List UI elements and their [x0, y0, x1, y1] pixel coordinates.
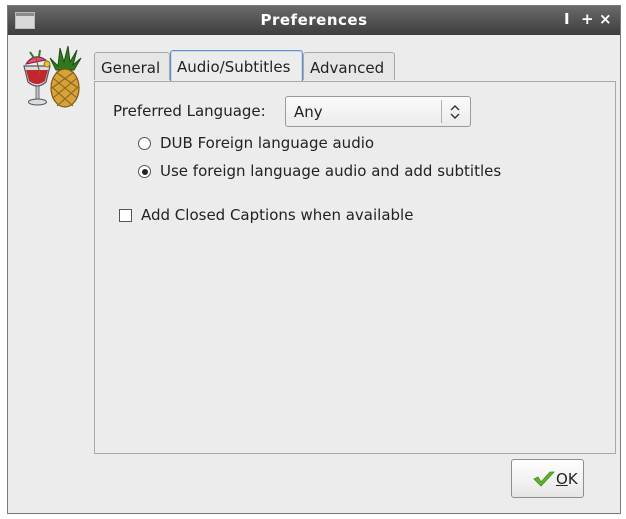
subtitles-radio[interactable]	[138, 165, 151, 178]
ok-label: OK	[556, 470, 578, 488]
dub-audio-radio[interactable]	[138, 137, 151, 150]
checkmark-icon	[533, 471, 555, 487]
closed-captions-label: Add Closed Captions when available	[141, 206, 414, 224]
ok-button[interactable]: OK	[511, 459, 584, 498]
close-button[interactable]: ×	[599, 10, 612, 28]
preferred-language-label: Preferred Language:	[113, 102, 266, 120]
tab-general[interactable]: General	[94, 52, 170, 80]
window-title: Preferences	[260, 11, 368, 29]
ok-mnemonic: O	[556, 470, 568, 488]
handbrake-icon	[23, 45, 82, 108]
minimize-button[interactable]: I	[564, 10, 570, 28]
select-divider	[441, 100, 442, 123]
subtitles-label: Use foreign language audio and add subti…	[160, 162, 502, 180]
preferred-language-value: Any	[294, 103, 323, 121]
dub-audio-label: DUB Foreign language audio	[160, 134, 375, 152]
tab-audio-subtitles[interactable]: Audio/Subtitles	[170, 50, 303, 82]
updown-arrow-icon	[450, 105, 460, 119]
title-bar[interactable]: Preferences I + ×	[8, 6, 620, 35]
preferred-language-select[interactable]: Any	[285, 96, 471, 127]
maximize-button[interactable]: +	[581, 10, 594, 28]
tab-advanced[interactable]: Advanced	[303, 52, 395, 80]
ok-label-rest: K	[567, 470, 578, 488]
closed-captions-checkbox[interactable]	[119, 209, 132, 222]
preferences-window: Preferences I + × General Audio/Subtitle…	[7, 5, 621, 514]
audio-subtitles-panel: Preferred Language: Any DUB Foreign lang…	[94, 81, 616, 454]
